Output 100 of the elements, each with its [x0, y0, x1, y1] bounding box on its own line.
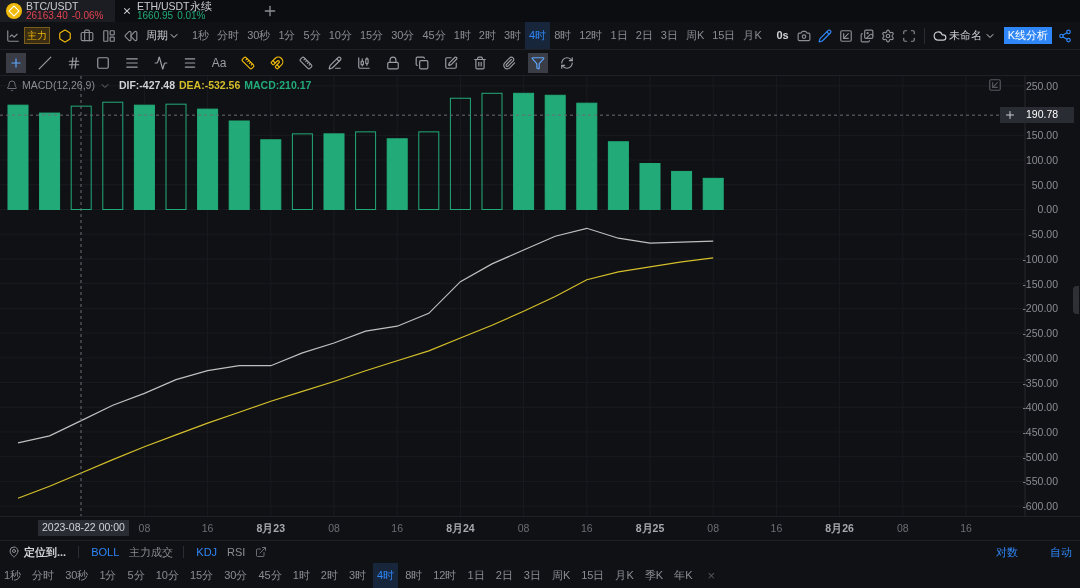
- period-tab[interactable]: 周K: [547, 563, 575, 588]
- drawing-tool[interactable]: [528, 52, 548, 73]
- axis-label: 150.00: [1025, 129, 1058, 142]
- period-tab[interactable]: 3时: [499, 22, 525, 49]
- period-tab[interactable]: 10分: [324, 22, 356, 49]
- camera-icon[interactable]: [796, 28, 811, 43]
- indicator-tab[interactable]: KDJ: [196, 543, 218, 561]
- axis-label: 8月25: [635, 522, 665, 534]
- period-tab[interactable]: 3日: [656, 22, 682, 49]
- drawing-tool[interactable]: [6, 52, 26, 73]
- period-tab[interactable]: 4时: [525, 22, 551, 49]
- pin-icon[interactable]: [8, 546, 20, 558]
- add-icon[interactable]: [1004, 109, 1016, 122]
- period-tab[interactable]: 1分: [95, 563, 121, 588]
- period-tab[interactable]: 15日: [708, 22, 740, 49]
- ticker-price: 1660.95: [137, 11, 174, 21]
- axis-label: -500.00: [1022, 450, 1058, 463]
- period-tab[interactable]: 8时: [401, 563, 427, 588]
- indicator-tab[interactable]: 主力成交: [129, 543, 174, 561]
- period-tab[interactable]: 10分: [151, 563, 183, 588]
- period-tab[interactable]: 月K: [611, 563, 638, 588]
- period-tab[interactable]: 30分: [387, 22, 419, 49]
- period-tab[interactable]: 5分: [123, 563, 149, 588]
- image-icon[interactable]: [859, 28, 874, 43]
- period-tab[interactable]: 15分: [355, 22, 388, 49]
- bell-icon[interactable]: [6, 79, 18, 92]
- chart-icon[interactable]: [6, 28, 20, 43]
- period-tab[interactable]: 45分: [254, 563, 286, 588]
- period-tab[interactable]: 1分: [274, 22, 300, 49]
- fullscreen-icon[interactable]: [901, 28, 916, 43]
- hexagon-icon[interactable]: [58, 28, 72, 43]
- text-tool[interactable]: Aa: [209, 52, 229, 73]
- period-tab[interactable]: 1时: [288, 563, 314, 588]
- pencil-icon[interactable]: [817, 28, 832, 43]
- layout-icon[interactable]: [102, 28, 116, 43]
- axis-label: 8月23: [256, 522, 286, 534]
- collapse-icon[interactable]: [988, 78, 1002, 92]
- period-tab[interactable]: 5分: [299, 22, 325, 49]
- hash-icon: [67, 55, 81, 70]
- indicator-tab[interactable]: BOLL: [91, 543, 120, 561]
- period-tab[interactable]: 1日: [463, 563, 489, 588]
- rewind-icon[interactable]: [124, 28, 138, 43]
- period-tab[interactable]: 45分: [418, 22, 450, 49]
- period-tab[interactable]: 1日: [606, 22, 632, 49]
- period-tab[interactable]: 周K: [681, 22, 709, 49]
- period-tab[interactable]: 15日: [577, 563, 609, 588]
- ticker-change: 0.01%: [177, 11, 206, 21]
- main-badge[interactable]: 主力: [24, 27, 50, 44]
- axis-label: -200.00: [1022, 302, 1058, 315]
- period-tab[interactable]: 12时: [575, 22, 607, 49]
- edit-icon[interactable]: [255, 546, 268, 558]
- period-tab[interactable]: 3时: [344, 563, 370, 588]
- period-tab[interactable]: 15分: [185, 563, 218, 588]
- settings-icon[interactable]: [880, 28, 895, 43]
- histogram-bar: [386, 138, 408, 210]
- axis-label: -450.00: [1022, 425, 1058, 438]
- period-tab[interactable]: 3日: [519, 563, 545, 588]
- period-tab[interactable]: 8时: [550, 22, 576, 49]
- ticker-symbol: ETH/USDT永续: [137, 1, 212, 11]
- period-tab[interactable]: 30秒: [243, 22, 275, 49]
- period-tab[interactable]: 30秒: [61, 563, 93, 588]
- share-icon[interactable]: [1058, 28, 1072, 43]
- period-tab[interactable]: 4时: [373, 563, 399, 588]
- dea-value: DEA:-532.56: [179, 78, 241, 93]
- window-icon[interactable]: [838, 28, 853, 43]
- period-tab[interactable]: 2时: [316, 563, 342, 588]
- period-tab[interactable]: 1秒: [0, 563, 26, 588]
- briefcase-icon[interactable]: [80, 28, 94, 43]
- dif-value: DIF:-427.48: [118, 78, 175, 93]
- period-tab[interactable]: 2日: [491, 563, 517, 588]
- layout-dropdown[interactable]: 未命名: [932, 27, 996, 44]
- axis-label: 08: [707, 522, 720, 534]
- axis-label: 250.00: [1025, 79, 1058, 92]
- rectangle-icon: [96, 55, 110, 70]
- ticker-tab[interactable]: ETH/USDT永续 1660.95 0.01%: [115, 0, 230, 22]
- axis-label: -300.00: [1022, 351, 1058, 364]
- period-tab[interactable]: 30分: [220, 563, 252, 588]
- locate-link[interactable]: 定位到...: [24, 543, 67, 561]
- ticker-tab[interactable]: BTC/USDT 26163.40 -0.06%: [0, 0, 115, 22]
- scale-option[interactable]: 对数: [996, 543, 1018, 561]
- add-tab-icon[interactable]: [262, 3, 278, 19]
- period-tab[interactable]: 2时: [474, 22, 500, 49]
- period-tab[interactable]: 月K: [739, 22, 766, 49]
- period-tab[interactable]: 1秒: [188, 22, 214, 49]
- period-tab[interactable]: 1时: [449, 22, 475, 49]
- axis-label: 08: [517, 522, 530, 534]
- period-dropdown[interactable]: 周期: [146, 27, 180, 44]
- axis-label: 08: [896, 522, 909, 534]
- scale-option[interactable]: 自动: [1050, 543, 1072, 561]
- period-tab[interactable]: 年K: [670, 563, 697, 588]
- period-tab[interactable]: 12时: [429, 563, 461, 588]
- period-tab[interactable]: 分时: [213, 22, 244, 49]
- period-tab[interactable]: 2日: [631, 22, 657, 49]
- period-tab[interactable]: 季K: [640, 563, 668, 588]
- wave-icon: [154, 55, 168, 70]
- menu-icon: [183, 55, 197, 70]
- indicator-tab[interactable]: RSI: [227, 543, 246, 561]
- side-handle[interactable]: [1073, 286, 1079, 314]
- period-tab[interactable]: 分时: [28, 563, 59, 588]
- analysis-button[interactable]: K线分析: [1003, 27, 1052, 44]
